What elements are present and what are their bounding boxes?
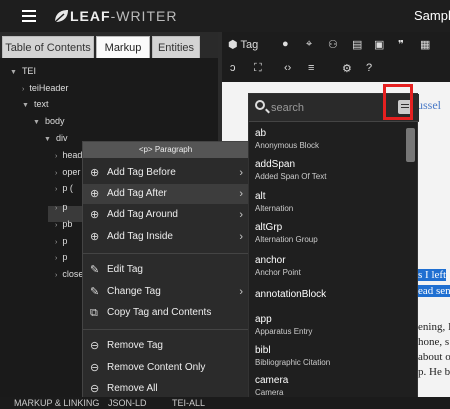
app-logo-text: LEAF-WRITER	[70, 8, 178, 24]
code-icon[interactable]: ‹›	[284, 62, 291, 74]
top-bar: LEAF-WRITER Sample	[0, 0, 450, 32]
tag-option-alt[interactable]: alt Alternation	[255, 191, 405, 213]
tag-option-bibl[interactable]: bibl Bibliographic Citation	[255, 345, 405, 367]
add-tag-around-item[interactable]: ⊕ Add Tag Around ›	[83, 205, 249, 225]
org-icon[interactable]: ⚇	[328, 38, 338, 51]
remove-content-only-item[interactable]: ⊖ Remove Content Only	[83, 358, 249, 378]
scrollbar-thumb[interactable]	[406, 128, 415, 162]
remove-circle-icon: ⊖	[90, 340, 100, 352]
book-icon[interactable]: ▤	[352, 38, 362, 51]
help-icon[interactable]: ?	[366, 62, 372, 74]
tab-table-of-contents[interactable]: Table of Contents	[2, 36, 94, 58]
gear-icon[interactable]: ⚙	[342, 62, 352, 75]
left-panel-tabs: Table of Contents Markup Entities	[0, 32, 218, 58]
box-icon[interactable]: ▣	[374, 38, 384, 51]
context-menu-header: <p> Paragraph	[83, 142, 248, 158]
editor-line: s I left	[418, 269, 447, 281]
tag-option-camera[interactable]: camera Camera	[255, 375, 405, 397]
tab-markup-linking[interactable]: MARKUP & LINKING	[14, 398, 99, 408]
tree-node-body[interactable]: ▼ body	[33, 116, 64, 126]
add-tag-inside-item[interactable]: ⊕ Add Tag Inside ›	[83, 227, 249, 247]
tab-markup[interactable]: Markup	[96, 36, 150, 58]
tab-json-ld[interactable]: JSON-LD	[108, 398, 147, 408]
tree-node-p-selected[interactable]: › p (	[55, 183, 73, 193]
tag-option-ab[interactable]: ab Anonymous Block	[255, 128, 405, 150]
tree-node-p[interactable]: › p	[55, 236, 67, 246]
change-tag-item[interactable]: ✎ Change Tag ›	[83, 282, 249, 302]
editor-line: about o	[418, 351, 450, 363]
document-title: Sample	[414, 8, 450, 23]
add-tag-after-item[interactable]: ⊕ Add Tag After ›	[83, 184, 249, 204]
editor-heading-fragment: ussel	[417, 98, 441, 112]
chevron-right-icon: ›	[239, 188, 243, 200]
tree-node-div[interactable]: ▼ div	[44, 133, 67, 143]
tag-icon: ⬢	[228, 39, 238, 51]
tree-node-tei[interactable]: ▼ TEI	[10, 66, 36, 76]
translate-icon[interactable]: ↄ	[230, 62, 236, 74]
fullscreen-icon[interactable]: ⛶	[254, 62, 262, 75]
tab-entities[interactable]: Entities	[152, 36, 200, 58]
editor-line: hone, s	[418, 336, 450, 348]
remove-tag-item[interactable]: ⊖ Remove Tag	[83, 336, 249, 356]
add-circle-icon: ⊕	[90, 209, 100, 221]
validate-icon[interactable]: ≡	[308, 62, 314, 74]
remove-all-item[interactable]: ⊖ Remove All	[83, 379, 249, 399]
tag-option-altgrp[interactable]: altGrp Alternation Group	[255, 222, 405, 244]
menu-divider	[83, 253, 249, 254]
tag-button[interactable]: ⬢ Tag	[228, 38, 258, 51]
search-icon	[255, 100, 265, 110]
tree-node-text[interactable]: ▼ text	[22, 99, 48, 109]
tag-option-annotationblock[interactable]: annotationBlock	[255, 289, 405, 300]
tag-search-dropdown: abAnonymous Block addSpanAdded Span Of T…	[248, 93, 419, 398]
add-circle-icon: ⊕	[90, 231, 100, 243]
leaf-logo-icon	[54, 10, 68, 23]
tag-option-app[interactable]: app Apparatus Entry	[255, 314, 405, 336]
editor-line: ening, I	[418, 321, 450, 333]
menu-divider	[83, 329, 249, 330]
add-circle-icon: ⊕	[90, 188, 100, 200]
bottom-tab-bar: MARKUP & LINKING JSON-LD TEI-ALL	[0, 397, 450, 409]
chevron-right-icon: ›	[239, 167, 243, 179]
note-icon[interactable]: ▦	[420, 38, 430, 51]
tree-node-teiheader[interactable]: › teiHeader	[22, 83, 68, 93]
highlight-annotation-box	[383, 84, 413, 120]
chevron-right-icon: ›	[239, 286, 243, 298]
remove-circle-icon: ⊖	[90, 383, 100, 395]
add-tag-before-item[interactable]: ⊕ Add Tag Before ›	[83, 163, 249, 183]
place-icon[interactable]: ⌖	[306, 38, 312, 51]
remove-circle-icon: ⊖	[90, 362, 100, 374]
chevron-right-icon: ›	[239, 209, 243, 221]
tree-node-p[interactable]: › p	[55, 202, 67, 212]
editor-line: ead sent	[418, 285, 450, 297]
tree-node-head[interactable]: › head	[55, 150, 82, 160]
tag-option-anchor[interactable]: anchor Anchor Point	[255, 255, 405, 277]
menu-icon[interactable]	[22, 10, 36, 22]
tree-node-opener[interactable]: › oper	[55, 167, 80, 177]
tag-context-menu: <p> Paragraph ⊕ Add Tag Before › ⊕ Add Tag …	[82, 141, 249, 398]
person-icon[interactable]: ●	[282, 38, 289, 50]
copy-tag-item[interactable]: ⧉ Copy Tag and Contents	[83, 303, 249, 323]
pencil-icon: ✎	[90, 264, 100, 276]
edit-tag-item[interactable]: ✎ Edit Tag	[83, 260, 249, 280]
copy-icon: ⧉	[90, 307, 98, 319]
add-circle-icon: ⊕	[90, 167, 100, 179]
tree-node-p[interactable]: › p	[55, 252, 67, 262]
tab-tei-all[interactable]: TEI-ALL	[172, 398, 205, 408]
quote-icon[interactable]: ❞	[398, 38, 404, 51]
tree-node-closer[interactable]: › close	[55, 269, 83, 279]
search-input[interactable]	[271, 100, 391, 116]
chevron-right-icon: ›	[239, 231, 243, 243]
editor-line: p. He b	[418, 366, 450, 378]
pencil-icon: ✎	[90, 286, 100, 298]
tree-node-pb[interactable]: › pb	[55, 219, 72, 229]
tag-option-addspan[interactable]: addSpan Added Span Of Text	[255, 159, 405, 181]
